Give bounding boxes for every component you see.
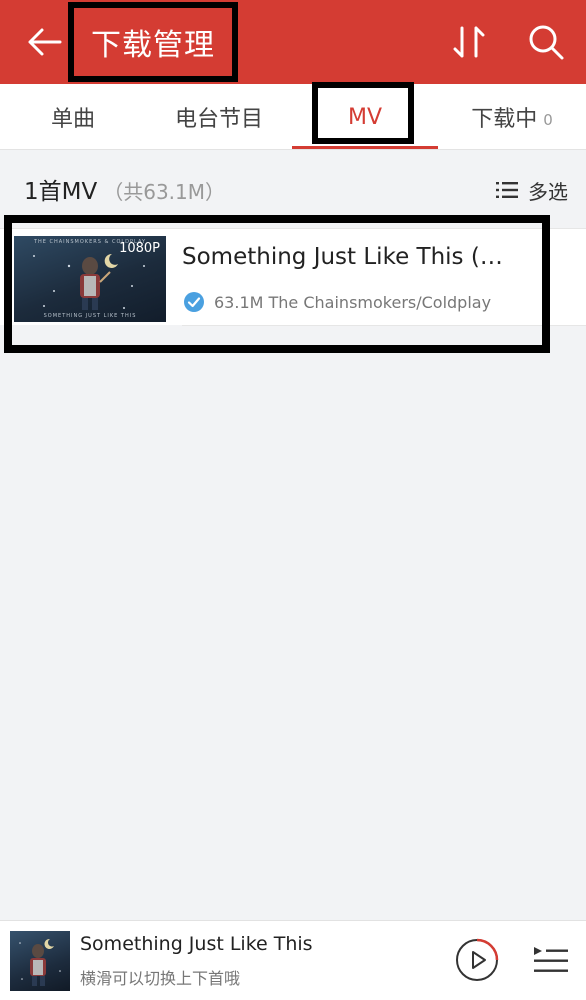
player-album-art xyxy=(10,931,70,991)
thumbnail-bottom-text: SOMETHING JUST LIKE THIS xyxy=(43,313,137,319)
tab-singles[interactable]: 单曲 xyxy=(0,84,146,150)
mv-subtitle-row: 63.1M The Chainsmokers/Coldplay xyxy=(184,290,491,314)
album-artwork xyxy=(19,938,61,986)
tab-downloading-badge: 0 xyxy=(543,111,553,129)
divider xyxy=(182,325,586,326)
multi-select-button[interactable]: 多选 xyxy=(496,175,568,205)
tab-radio-programs[interactable]: 电台节目 xyxy=(146,84,292,150)
mv-count: 1首MV xyxy=(24,179,98,205)
mini-player[interactable]: Something Just Like This 横滑可以切换上下首哦 xyxy=(0,920,586,1000)
player-song-title: Something Just Like This xyxy=(80,933,313,955)
mv-title: Something Just Like This (… xyxy=(182,244,503,270)
playlist-icon xyxy=(534,947,568,972)
sort-button[interactable] xyxy=(448,22,490,62)
arrow-left-icon xyxy=(28,28,62,56)
page-title: 下载管理 xyxy=(91,28,215,63)
mv-thumbnail: THE CHAINSMOKERS & COLDPLAY 1080P SOMETH… xyxy=(14,236,166,322)
search-icon xyxy=(529,25,564,60)
back-button[interactable] xyxy=(22,22,66,62)
tab-mv[interactable]: MV xyxy=(292,82,438,150)
header-bar: 下载管理 xyxy=(0,0,586,84)
tab-downloading-label: 下载中 xyxy=(471,107,538,132)
download-summary: 1首MV （共63.1M） xyxy=(24,172,225,208)
tab-bar: 单曲 电台节目 MV 下载中 0 xyxy=(0,82,586,150)
tab-singles-label: 单曲 xyxy=(50,107,95,132)
tab-mv-label: MV xyxy=(347,104,383,130)
player-hint: 横滑可以切换上下首哦 xyxy=(80,969,241,988)
play-circle-icon xyxy=(456,938,499,981)
list-icon xyxy=(496,182,518,198)
tab-radio-programs-label: 电台节目 xyxy=(174,107,263,132)
multi-select-label: 多选 xyxy=(528,179,568,204)
resolution-badge: 1080P xyxy=(119,241,160,256)
active-tab-indicator xyxy=(292,146,438,149)
tab-downloading[interactable]: 下载中 0 xyxy=(438,84,586,150)
mv-subtitle: 63.1M The Chainsmokers/Coldplay xyxy=(214,292,492,312)
play-button[interactable] xyxy=(454,937,500,983)
search-button[interactable] xyxy=(524,20,568,64)
downloaded-check-icon xyxy=(184,292,204,312)
total-size: （共63.1M） xyxy=(103,180,226,204)
page-title-box: 下载管理 xyxy=(68,2,238,82)
sort-icon xyxy=(453,26,485,58)
playlist-button[interactable] xyxy=(530,943,570,979)
